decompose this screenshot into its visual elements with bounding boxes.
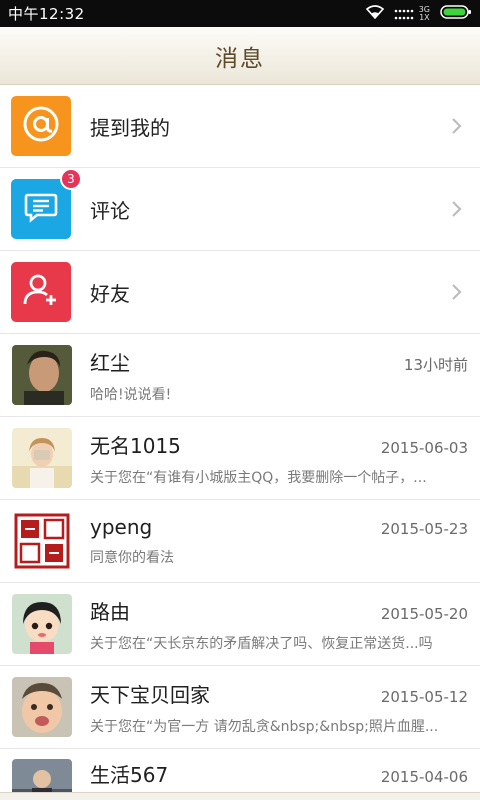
category-label: 提到我的 <box>90 115 170 140</box>
sender-name: 红尘 <box>90 350 130 375</box>
chevron-right-icon <box>451 200 462 222</box>
message-preview: 关于您在“天长京东的矛盾解决了吗、恢复正常送货...吗 <box>90 635 433 652</box>
message-time: 2015-04-06 <box>380 768 468 786</box>
message-time: 2015-05-20 <box>380 604 468 623</box>
network-type: 3G 1X <box>418 4 430 22</box>
avatar <box>12 677 72 737</box>
category-label: 评论 <box>90 198 130 223</box>
message-preview: 同意你的看法 <box>90 550 174 566</box>
add-friend-icon <box>22 271 60 313</box>
battery-icon <box>440 4 472 23</box>
avatar <box>12 511 72 571</box>
message-preview: 哈哈!说说看! <box>90 386 172 403</box>
wifi-icon <box>365 4 384 23</box>
list-item[interactable]: 无名1015 2015-06-03 关于您在“有谁有小城版主QQ，我要删除一个帖… <box>0 417 480 500</box>
message-list: 提到我的 3 评论 好友 红尘 13小时前 哈哈!说说看! 无名1015 201… <box>0 85 480 800</box>
category-comments[interactable]: 3 评论 <box>0 168 480 251</box>
message-time: 2015-05-23 <box>380 520 468 538</box>
list-item[interactable]: ypeng 2015-05-23 同意你的看法 <box>0 500 480 583</box>
at-icon <box>21 104 61 148</box>
sender-name: 生活567 <box>90 763 169 787</box>
message-time: 2015-06-03 <box>380 438 468 457</box>
message-preview: 关于您在“有谁有小城版主QQ，我要删除一个帖子，... <box>90 469 427 486</box>
avatar <box>12 345 72 405</box>
page-title: 消息 <box>215 45 265 72</box>
unread-badge: 3 <box>60 168 82 190</box>
status-time: 中午12:32 <box>8 5 85 23</box>
sender-name: 路由 <box>90 599 130 624</box>
list-item[interactable]: 路由 2015-05-20 关于您在“天长京东的矛盾解决了吗、恢复正常送货...… <box>0 583 480 666</box>
title-bar: 消息 <box>0 27 480 85</box>
friends-icon-tile <box>11 262 71 322</box>
chevron-right-icon <box>451 283 462 305</box>
cell-signal-icon: 3G 1X <box>394 4 430 22</box>
comment-icon <box>23 189 59 229</box>
sender-name: ypeng <box>90 515 153 539</box>
list-item[interactable]: 红尘 13小时前 哈哈!说说看! <box>0 334 480 417</box>
mentions-icon-tile <box>11 96 71 156</box>
status-icons: 3G 1X <box>365 4 472 23</box>
category-mentions[interactable]: 提到我的 <box>0 85 480 168</box>
sender-name: 天下宝贝回家 <box>90 682 210 707</box>
status-bar: 中午12:32 3G 1X <box>0 0 480 27</box>
comments-icon-tile: 3 <box>11 168 82 239</box>
message-time: 2015-05-12 <box>380 687 468 706</box>
avatar <box>12 428 72 488</box>
message-preview: 关于您在“为官一方 请勿乱贪&nbsp;&nbsp;照片血腥... <box>90 718 439 735</box>
message-time: 13小时前 <box>403 355 468 374</box>
category-friends[interactable]: 好友 <box>0 251 480 334</box>
category-label: 好友 <box>90 281 130 306</box>
bottom-tab-bar[interactable] <box>0 792 480 800</box>
avatar <box>12 594 72 654</box>
list-item[interactable]: 天下宝贝回家 2015-05-12 关于您在“为官一方 请勿乱贪&nbsp;&n… <box>0 666 480 749</box>
sender-name: 无名1015 <box>90 433 181 458</box>
chevron-right-icon <box>451 117 462 139</box>
